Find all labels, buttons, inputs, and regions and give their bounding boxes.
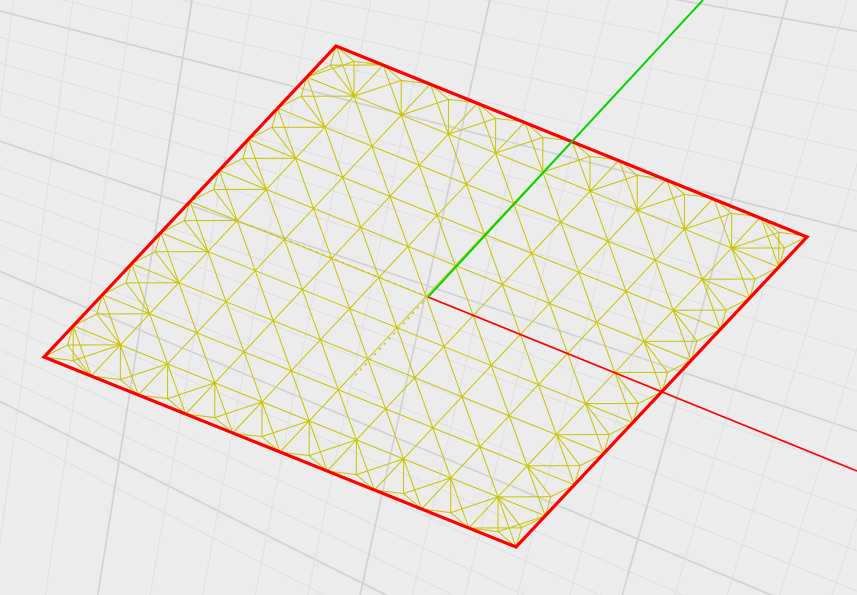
viewport-3d[interactable] [0, 0, 857, 595]
scene-svg [0, 0, 857, 595]
